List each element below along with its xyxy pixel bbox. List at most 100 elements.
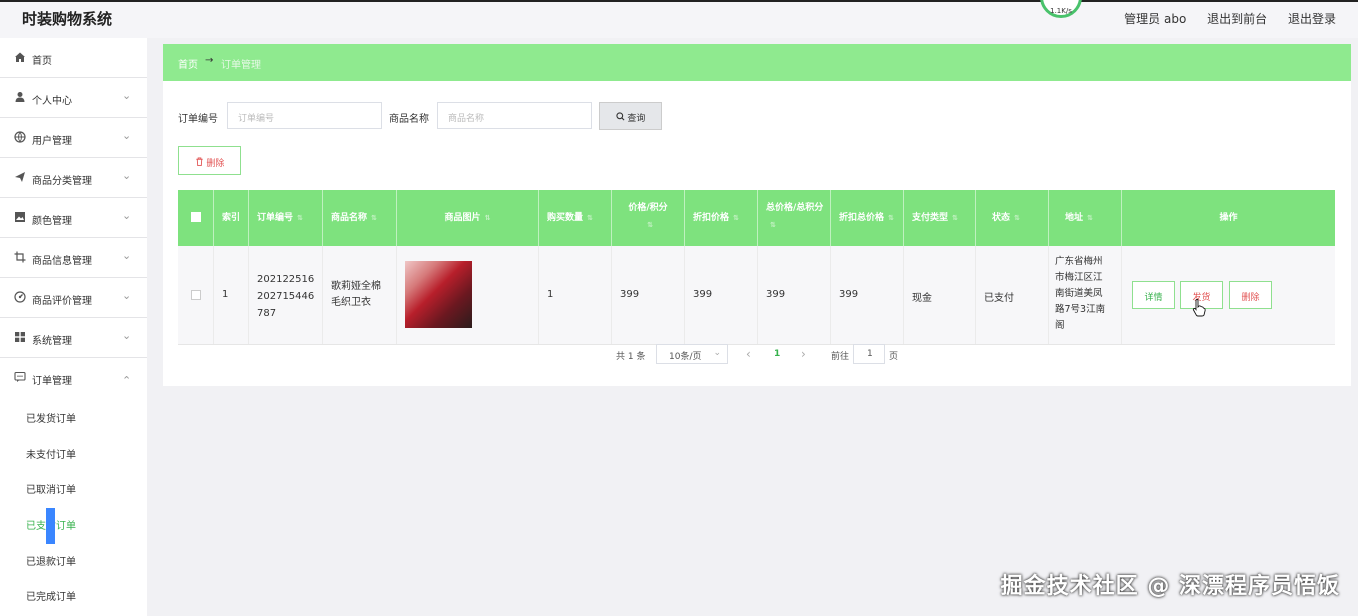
col-price[interactable]: 价格/积分 ⇅	[612, 190, 685, 246]
submenu-cancelled-orders[interactable]: 已取消订单	[0, 469, 147, 505]
chevron-down-icon: ⌄	[122, 249, 132, 262]
sort-icon: ⇅	[888, 214, 894, 222]
submenu-paid-orders[interactable]: 已支付订单	[0, 505, 147, 541]
cell-index: 1	[214, 246, 249, 344]
submenu-shipped-orders[interactable]: 已发货订单	[0, 398, 147, 434]
breadcrumb-home[interactable]: 首页	[178, 56, 198, 71]
col-total-price[interactable]: 总价格/总积分⇅	[758, 190, 831, 246]
order-no-input[interactable]: 订单编号	[227, 102, 382, 129]
sidebar-item-reviews[interactable]: 商品评价管理 ⌄	[0, 278, 147, 318]
col-address[interactable]: 地址 ⇅	[1049, 190, 1122, 246]
col-quantity[interactable]: 购买数量 ⇅	[539, 190, 612, 246]
header-links: 管理员 abo 退出到前台 退出登录	[1107, 10, 1336, 27]
delete-button[interactable]: 删除	[1229, 281, 1272, 309]
sort-icon: ⇅	[484, 214, 491, 222]
breadcrumb-current: 订单管理	[221, 60, 261, 71]
sidebar-item-label: 订单管理	[32, 376, 72, 387]
col-actions: 操作	[1219, 213, 1238, 223]
query-button[interactable]: 查询	[599, 102, 662, 130]
chevron-down-icon: ⌄	[122, 209, 132, 222]
product-name-input[interactable]: 商品名称	[437, 102, 592, 129]
sidebar-item-orders[interactable]: 订单管理 ⌃	[0, 358, 147, 398]
col-order-no[interactable]: 订单编号 ⇅	[249, 190, 323, 246]
submenu-refunded-orders[interactable]: 已退款订单	[0, 541, 147, 577]
batch-delete-button[interactable]: 删除	[178, 146, 241, 175]
submenu-unpaid-orders[interactable]: 未支付订单	[0, 434, 147, 470]
col-pay-type[interactable]: 支付类型 ⇅	[904, 190, 976, 246]
admin-label: 管理员 abo	[1124, 12, 1187, 26]
front-link[interactable]: 退出到前台	[1207, 12, 1267, 26]
col-index[interactable]: 索引	[214, 190, 249, 246]
chat-icon	[14, 371, 26, 383]
page-1-button[interactable]: 1	[774, 349, 780, 359]
grid-icon	[14, 331, 26, 343]
image-icon	[14, 211, 26, 223]
product-image[interactable]	[405, 261, 472, 328]
sort-icon: ⇅	[587, 214, 593, 222]
chevron-up-icon: ⌃	[122, 374, 132, 387]
text-cursor-highlight	[46, 508, 55, 544]
cell-actions: 详情 发货 删除	[1122, 246, 1335, 344]
sidebar-item-products[interactable]: 商品信息管理 ⌄	[0, 238, 147, 278]
cell-quantity: 1	[539, 246, 612, 344]
col-product-name[interactable]: 商品名称 ⇅	[323, 190, 397, 246]
sort-icon: ⇅	[1014, 214, 1020, 222]
detail-button[interactable]: 详情	[1132, 281, 1175, 309]
home-icon	[14, 51, 26, 63]
page-size-select[interactable]: 10条/页 ⌄	[656, 344, 728, 364]
app-title: 时装购物系统	[22, 10, 113, 28]
sidebar-item-colors[interactable]: 颜色管理 ⌄	[0, 198, 147, 238]
sort-icon: ⇅	[371, 214, 377, 222]
sidebar-item-label: 商品分类管理	[32, 176, 92, 187]
submenu-label: 已发货订单	[26, 414, 76, 425]
trash-icon	[195, 157, 207, 169]
sidebar-item-home[interactable]: 首页	[0, 38, 147, 78]
order-no-text: 202122516 202715446 787	[257, 274, 315, 319]
col-discount-total[interactable]: 折扣总价格 ⇅	[831, 190, 904, 246]
crop-icon	[14, 251, 26, 263]
hand-pointer-cursor-icon	[1192, 299, 1206, 320]
sidebar-item-label: 颜色管理	[32, 216, 72, 227]
sidebar-item-profile[interactable]: 个人中心 ⌄	[0, 78, 147, 118]
logout-link[interactable]: 退出登录	[1288, 12, 1336, 26]
sidebar-item-label: 商品评价管理	[32, 296, 92, 307]
sidebar-item-label: 用户管理	[32, 136, 72, 147]
sort-icon: ⇅	[952, 214, 958, 222]
submenu-label: 已取消订单	[26, 485, 76, 497]
next-page-button[interactable]: ›	[801, 347, 806, 361]
chevron-down-icon: ⌄	[122, 329, 132, 342]
product-name-text: 歌莉娅全棉 毛织卫衣	[331, 281, 381, 308]
col-product-image[interactable]: 商品图片 ⇅	[397, 190, 539, 246]
globe-icon	[14, 131, 26, 143]
row-checkbox[interactable]	[191, 290, 201, 300]
arrow-right-icon: →	[205, 55, 214, 66]
watermark: 掘金技术社区 @ 深漂程序员悟饭	[1000, 574, 1340, 599]
goto-page-input[interactable]: 1	[853, 344, 885, 364]
sort-icon: ⇅	[1087, 214, 1093, 222]
page-suffix: 页	[889, 352, 899, 362]
sidebar-item-label: 系统管理	[32, 336, 72, 347]
address-text: 广东省梅州 市梅江区江 南街道美凤 路7号3江南 阁	[1055, 256, 1106, 331]
sort-icon: ⇅	[297, 214, 303, 222]
goto-label: 前往	[831, 352, 850, 362]
chevron-down-icon: ⌄	[122, 129, 132, 142]
col-status[interactable]: 状态 ⇅	[976, 190, 1049, 246]
cell-status: 已支付	[976, 246, 1049, 344]
sidebar-item-system[interactable]: 系统管理 ⌄	[0, 318, 147, 358]
sort-icon: ⇅	[647, 221, 653, 229]
cell-discount-price: 399	[685, 246, 758, 344]
sidebar-item-label: 个人中心	[32, 96, 72, 107]
batch-delete-label: 删除	[206, 159, 225, 169]
submenu-completed-orders[interactable]: 已完成订单	[0, 576, 147, 612]
prev-page-button[interactable]: ‹	[746, 347, 751, 361]
col-discount-price[interactable]: 折扣价格 ⇅	[685, 190, 758, 246]
top-bar: 时装购物系统 1.1K/s 管理员 abo 退出到前台 退出登录	[0, 0, 1358, 38]
sidebar-item-categories[interactable]: 商品分类管理 ⌄	[0, 158, 147, 198]
select-all-checkbox[interactable]	[191, 212, 201, 222]
sidebar-item-users[interactable]: 用户管理 ⌄	[0, 118, 147, 158]
main-content: 首页 → 订单管理 订单编号 订单编号 商品名称 商品名称 查询 删除 索引 订…	[163, 44, 1351, 386]
cell-pay-type: 现金	[904, 246, 976, 344]
cell-product-name: 歌莉娅全棉 毛织卫衣	[323, 246, 397, 344]
dial-icon	[14, 291, 26, 303]
row-select-cell	[178, 246, 214, 344]
